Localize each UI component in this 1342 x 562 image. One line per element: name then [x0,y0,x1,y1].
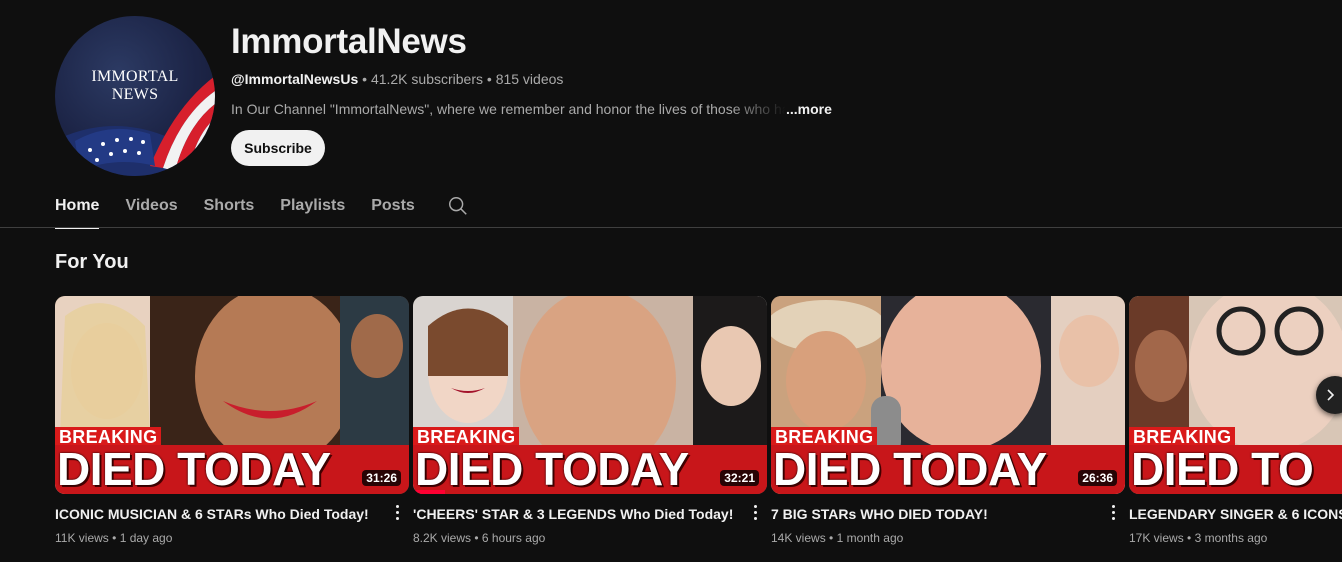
video-card[interactable]: BREAKING DIED TO LEGENDARY SINGER & 6 IC… [1129,296,1342,545]
video-thumbnail[interactable]: BREAKING DIED TODAY 31:26 [55,296,409,494]
video-title[interactable]: 'CHEERS' STAR & 3 LEGENDS Who Died Today… [413,504,743,524]
video-title[interactable]: 7 BIG STARs WHO DIED TODAY! [771,504,1101,524]
channel-handle: @ImmortalNewsUs [231,71,359,87]
video-title[interactable]: ICONIC MUSICIAN & 6 STARs Who Died Today… [55,504,385,524]
channel-description[interactable]: In Our Channel "ImmortalNews", where we … [231,101,832,117]
video-thumbnail[interactable]: BREAKING DIED TODAY 26:36 [771,296,1125,494]
video-duration: 26:36 [1078,470,1117,486]
section-title: For You [55,251,129,273]
video-card[interactable]: BREAKING DIED TODAY 31:26 ICONIC MUSICIA… [55,296,409,545]
more-link[interactable]: ...more [786,101,832,117]
kebab-icon[interactable] [1107,502,1119,522]
kebab-icon[interactable] [391,502,403,522]
video-meta: 11K views • 1 day ago [55,531,173,545]
video-meta: 17K views • 3 months ago [1129,531,1268,545]
kebab-icon[interactable] [749,502,761,522]
video-thumbnail[interactable]: BREAKING DIED TO [1129,296,1342,494]
video-title[interactable]: LEGENDARY SINGER & 6 ICONS W [1129,504,1342,524]
search-icon[interactable] [447,183,471,228]
channel-name: ImmortalNews [231,22,467,61]
thumbnail-banner: DIED TODAY [771,445,1125,494]
channel-tabs: Home Videos Shorts Playlists Posts [55,183,471,229]
avatar-logo-text: IMMORTAL NEWS [91,68,179,103]
video-count: 815 videos [495,71,564,87]
thumbnail-banner: DIED TODAY [55,445,409,494]
watch-progress-bar [413,490,445,494]
video-thumbnail[interactable]: BREAKING DIED TODAY 32:21 [413,296,767,494]
video-card[interactable]: BREAKING DIED TODAY 26:36 7 BIG STARs WH… [771,296,1125,545]
video-card[interactable]: BREAKING DIED TODAY 32:21 'CHEERS' STAR … [413,296,767,545]
subscribe-button[interactable]: Subscribe [231,130,325,166]
description-text: In Our Channel "ImmortalNews", where we … [231,101,786,117]
tab-home[interactable]: Home [55,183,100,229]
tab-videos[interactable]: Videos [125,183,177,228]
channel-meta: @ImmortalNewsUs • 41.2K subscribers • 81… [231,71,564,87]
channel-avatar[interactable]: IMMORTAL NEWS [55,16,215,176]
tabs-divider [0,227,1342,228]
thumbnail-banner: DIED TODAY [413,445,767,494]
subscriber-count: 41.2K subscribers [370,71,483,87]
video-duration: 32:21 [720,470,759,486]
tab-shorts[interactable]: Shorts [204,183,255,228]
tab-posts[interactable]: Posts [371,183,415,228]
thumbnail-banner: DIED TO [1129,445,1342,494]
tab-playlists[interactable]: Playlists [280,183,345,228]
video-meta: 14K views • 1 month ago [771,531,904,545]
video-duration: 31:26 [362,470,401,486]
video-meta: 8.2K views • 6 hours ago [413,531,546,545]
